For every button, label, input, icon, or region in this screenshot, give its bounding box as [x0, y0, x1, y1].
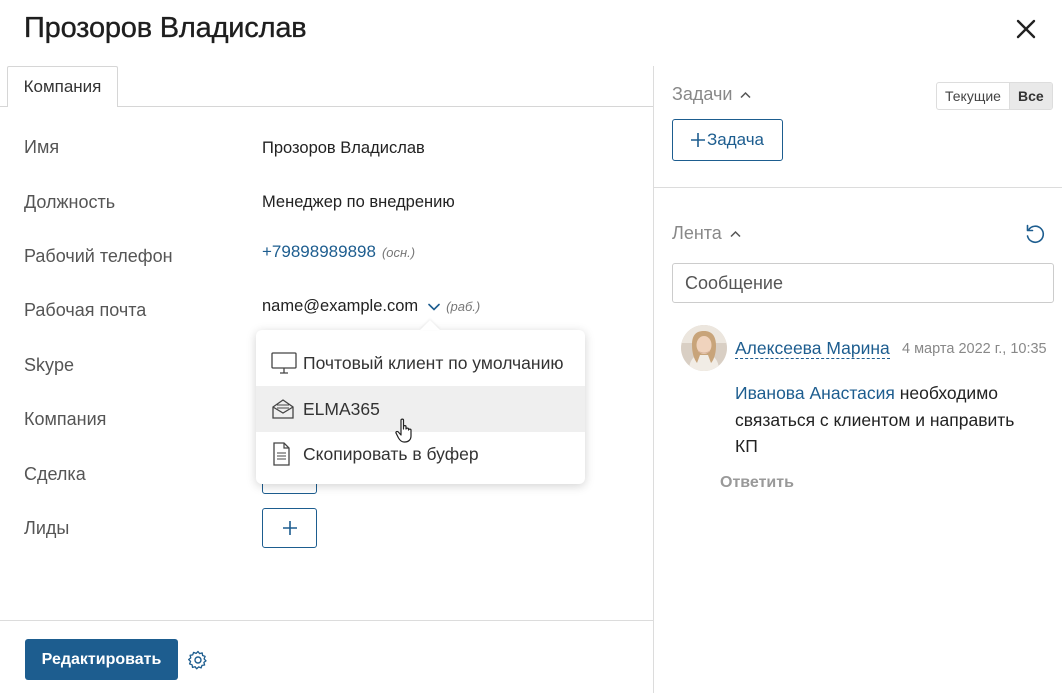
menu-item-label: Скопировать в буфер: [303, 443, 479, 464]
field-value-email: name@example.com (раб.): [262, 297, 480, 316]
post-date: 4 марта 2022 г., 10:35: [902, 341, 1047, 357]
email-value[interactable]: name@example.com: [262, 297, 418, 315]
field-label-deal: Сделка: [24, 464, 86, 484]
chevron-down-icon[interactable]: [428, 303, 440, 311]
filter-all[interactable]: Все: [1008, 83, 1052, 109]
tasks-filter-toggle: Текущие Все: [936, 82, 1053, 110]
mail-envelope-icon: [271, 398, 303, 420]
dropdown-arrow: [420, 320, 440, 330]
field-value-position: Менеджер по внедрению: [262, 193, 455, 211]
field-value-phone: +79898989898 (осн.): [262, 242, 415, 262]
phone-link[interactable]: +79898989898: [262, 242, 376, 261]
message-input[interactable]: [672, 263, 1054, 303]
add-lead-button[interactable]: [262, 508, 317, 548]
reply-button[interactable]: Ответить: [720, 474, 794, 492]
add-task-button[interactable]: Задача: [672, 119, 783, 161]
menu-item-copy[interactable]: Скопировать в буфер: [256, 431, 585, 477]
mention-link[interactable]: Иванова Анастасия: [735, 383, 895, 403]
menu-item-label: ELMA365: [303, 398, 380, 419]
menu-item-label: Почтовый клиент по умолчанию: [303, 352, 564, 373]
document-icon: [271, 442, 303, 466]
field-label-phone: Рабочий телефон: [24, 246, 173, 266]
chevron-up-icon: [730, 230, 741, 237]
filter-current[interactable]: Текущие: [937, 83, 1009, 109]
tasks-section-title[interactable]: Задачи: [672, 84, 751, 105]
pane-divider: [653, 66, 654, 693]
plus-icon: [282, 521, 297, 535]
close-icon[interactable]: [1012, 15, 1040, 43]
refresh-icon[interactable]: [1024, 223, 1046, 245]
field-label-skype: Skype: [24, 355, 75, 375]
section-divider: [654, 187, 1062, 188]
hand-cursor-icon: [395, 418, 412, 443]
menu-item-default-client[interactable]: Почтовый клиент по умолчанию: [256, 340, 585, 386]
edit-button[interactable]: Редактировать: [25, 639, 178, 680]
field-label-position: Должность: [24, 192, 116, 212]
menu-item-elma365[interactable]: ELMA365: [256, 386, 585, 432]
phone-hint: (осн.): [381, 245, 416, 260]
tab-company[interactable]: Компания: [7, 66, 118, 107]
field-label-name: Имя: [24, 137, 60, 157]
chevron-up-icon: [740, 91, 751, 98]
add-task-label: Задача: [706, 130, 765, 149]
email-hint: (раб.): [446, 299, 481, 314]
field-label-email: Рабочая почта: [24, 300, 147, 320]
field-label-company: Компания: [24, 409, 107, 429]
post-author-link[interactable]: Алексеева Марина: [735, 338, 890, 359]
avatar[interactable]: [681, 325, 727, 371]
feed-title: Лента: [672, 223, 722, 243]
plus-icon: [690, 133, 705, 147]
field-value-name: Прозоров Владислав: [262, 139, 425, 157]
footer-divider: [0, 620, 653, 621]
gear-icon[interactable]: [188, 650, 208, 670]
page-title: Прозоров Владислав: [24, 12, 307, 44]
feed-section-title[interactable]: Лента: [672, 223, 741, 244]
post-text: Иванова Анастасия необходимо связаться с…: [735, 380, 1035, 460]
monitor-icon: [271, 352, 303, 374]
field-label-leads: Лиды: [24, 518, 70, 538]
email-dropdown-menu: Почтовый клиент по умолчанию ELMA365 Ско…: [256, 330, 585, 484]
tasks-title: Задачи: [672, 84, 733, 104]
